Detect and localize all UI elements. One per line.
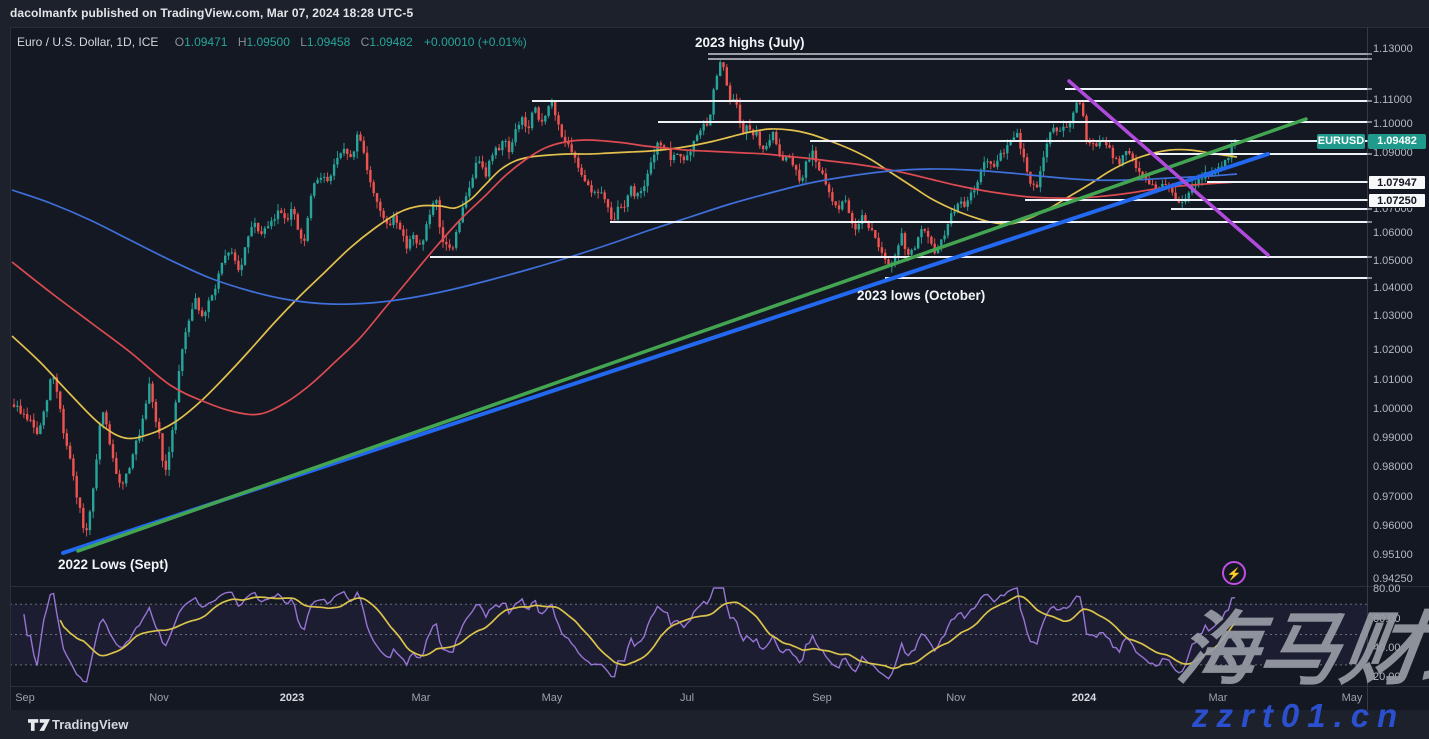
price-axis-label: 0.97000 — [1373, 491, 1413, 503]
price-axis-label: 1.05000 — [1373, 255, 1413, 267]
watermark-url: zzrt01.cn — [1192, 697, 1406, 734]
low-label: L — [300, 35, 307, 49]
price-axis-label: 1.10000 — [1373, 118, 1413, 130]
last-price-badge: 1.09482 — [1368, 134, 1426, 149]
price-axis-label: 80.00 — [1373, 583, 1401, 595]
change-value: +0.00010 (+0.01%) — [424, 35, 527, 49]
annotation-2023-lows: 2023 lows (October) — [857, 288, 986, 303]
price-axis-label: 1.06000 — [1373, 227, 1413, 239]
symbol-title[interactable]: Euro / U.S. Dollar, 1D, ICE — [17, 35, 158, 49]
time-axis-label: 2024 — [1071, 692, 1097, 704]
tradingview-brand-text[interactable]: TradingView — [52, 717, 128, 732]
price-axis-label: 0.95100 — [1373, 549, 1413, 561]
watermark-cjk: 海马财经 — [1171, 605, 1429, 694]
tradingview-logo-icon — [28, 719, 50, 731]
open-value: 1.09471 — [184, 35, 228, 49]
annotation-2022-lows: 2022 Lows (Sept) — [58, 557, 169, 572]
level-badge-1-07250: 1.07250 — [1368, 193, 1426, 208]
price-axis-label: 0.96000 — [1373, 520, 1413, 532]
lightning-icon[interactable]: ⚡ — [1222, 561, 1246, 585]
price-axis-label: 1.13000 — [1373, 43, 1413, 55]
time-axis-label: Sep — [812, 692, 832, 704]
time-axis-label: Nov — [946, 692, 966, 704]
symbol-price-flag: EURUSD — [1317, 134, 1365, 149]
tradingview-chart-snapshot: dacolmanfx published on TradingView.com,… — [0, 0, 1429, 739]
price-axis-label: 1.03000 — [1373, 310, 1413, 322]
time-axis-label: Nov — [149, 692, 169, 704]
high-value: 1.09500 — [246, 35, 290, 49]
price-axis-label: 0.99000 — [1373, 432, 1413, 444]
time-axis-label: Jul — [679, 692, 695, 704]
level-badge-1-07947: 1.07947 — [1368, 175, 1426, 190]
publish-text: dacolmanfx published on TradingView.com,… — [10, 6, 414, 20]
close-value: 1.09482 — [369, 35, 413, 49]
time-axis-label: Sep — [15, 692, 35, 704]
publish-bar: dacolmanfx published on TradingView.com,… — [0, 0, 1429, 27]
symbol-legend: Euro / U.S. Dollar, 1D, ICE O1.09471 H1.… — [17, 35, 527, 49]
price-axis-label: 1.00000 — [1373, 403, 1413, 415]
time-axis-label: 2023 — [279, 692, 305, 704]
time-axis-label: Mar — [411, 692, 431, 704]
close-label: C — [360, 35, 370, 49]
annotation-2023-highs: 2023 highs (July) — [695, 35, 805, 50]
price-axis-label: 1.01000 — [1373, 374, 1413, 386]
price-axis-label: 1.02000 — [1373, 344, 1413, 356]
price-axis-label: 1.11000 — [1373, 94, 1412, 106]
low-value: 1.09458 — [306, 35, 351, 49]
open-label: O — [174, 35, 185, 49]
time-axis-label: May — [541, 692, 563, 704]
price-axis-label: 0.98000 — [1373, 461, 1413, 473]
price-axis-label: 1.04000 — [1373, 282, 1413, 294]
